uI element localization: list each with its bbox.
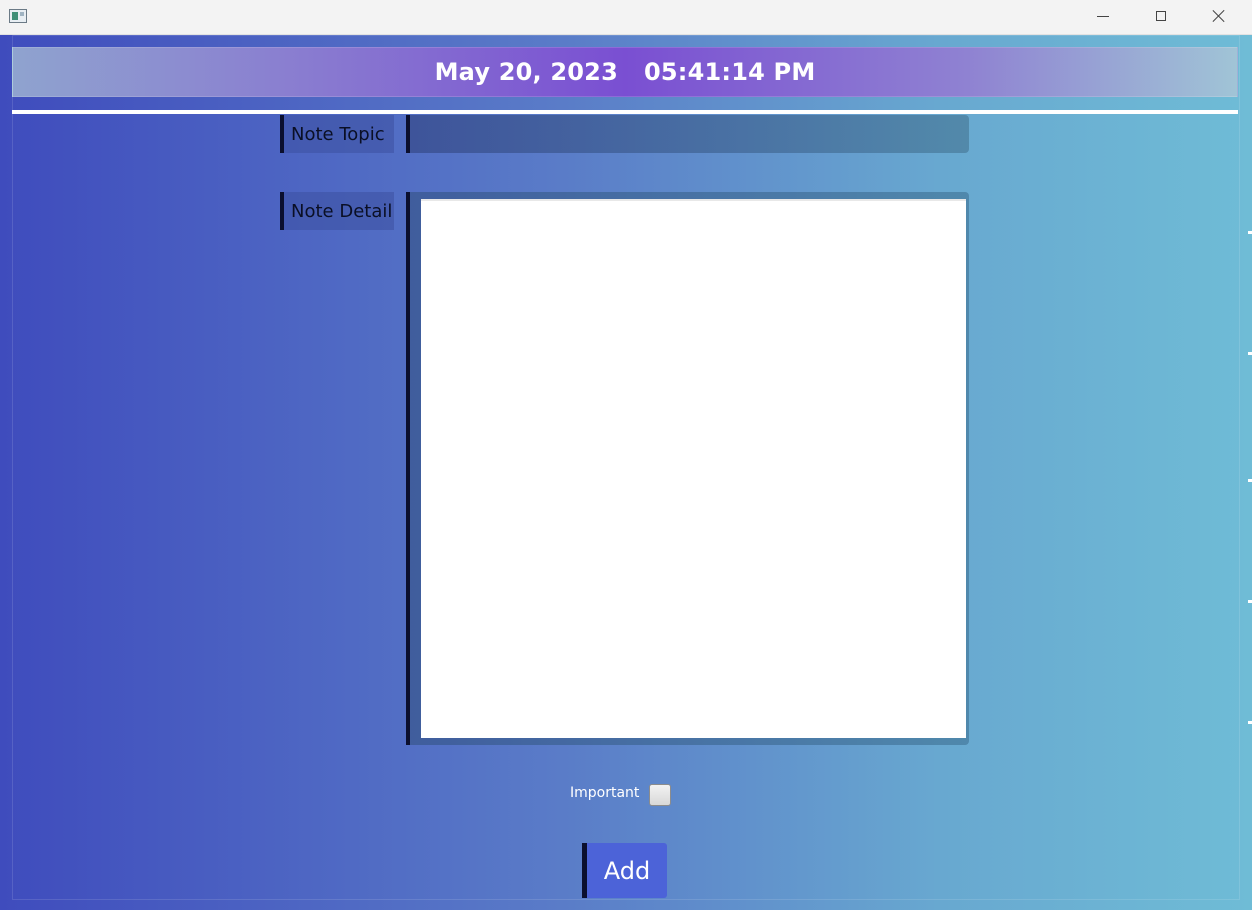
minimize-icon (1097, 15, 1109, 17)
datetime-header: May 20, 2023 05:41:14 PM (12, 47, 1238, 97)
note-topic-input[interactable] (406, 115, 969, 153)
app-client-area: May 20, 2023 05:41:14 PM Note Topic Note… (0, 35, 1252, 910)
note-topic-label: Note Topic (280, 115, 394, 153)
header-time: 05:41:14 PM (644, 58, 816, 86)
window-edge (1248, 35, 1252, 910)
note-detail-label: Note Detail (280, 192, 394, 230)
important-label: Important (570, 785, 640, 801)
add-button[interactable]: Add (582, 843, 667, 898)
note-detail-textarea[interactable] (421, 199, 966, 738)
close-icon (1212, 9, 1226, 23)
window-titlebar (0, 0, 1252, 35)
note-detail-frame (406, 192, 969, 745)
app-icon (9, 9, 27, 23)
maximize-button[interactable] (1132, 0, 1190, 32)
important-checkbox[interactable] (649, 784, 671, 806)
close-button[interactable] (1190, 0, 1248, 32)
header-divider (12, 110, 1238, 114)
header-date: May 20, 2023 (434, 58, 618, 86)
maximize-icon (1156, 11, 1166, 21)
minimize-button[interactable] (1074, 0, 1132, 32)
